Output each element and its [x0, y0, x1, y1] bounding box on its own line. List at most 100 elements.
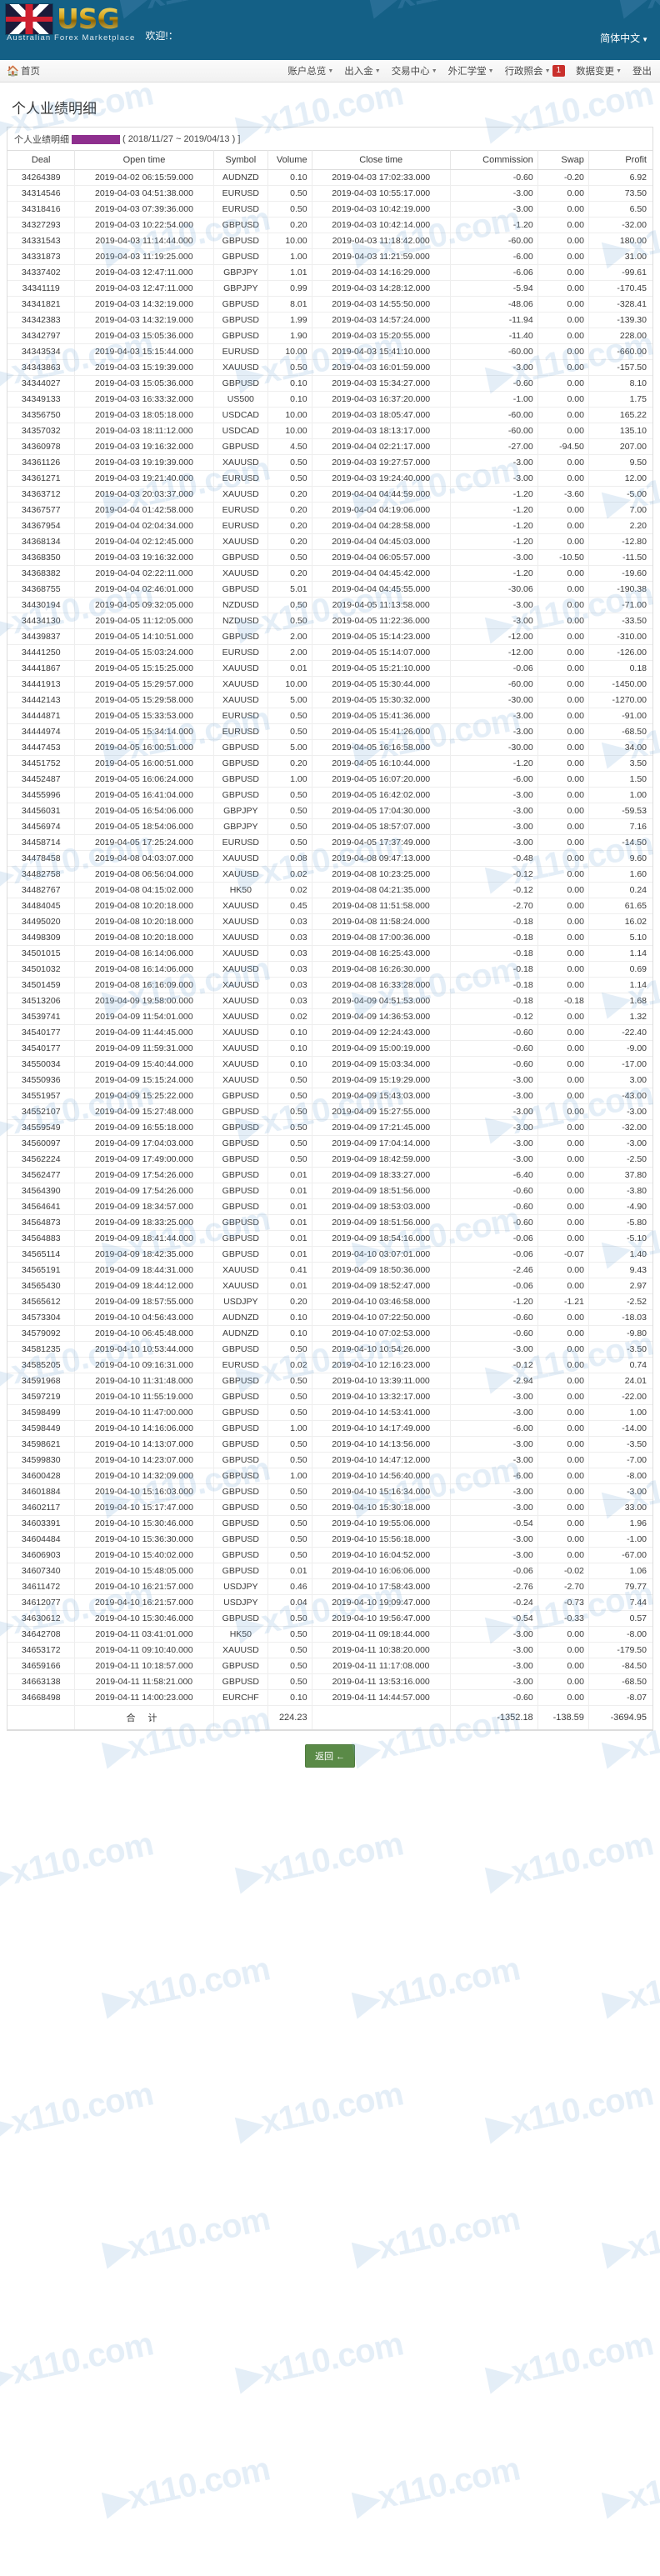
cell-symbol: EURUSD: [213, 723, 269, 740]
column-header-open-time[interactable]: Open time: [74, 150, 214, 170]
cell-profit: -84.50: [588, 1658, 652, 1674]
cell-open-time: 2019-04-10 10:53:44.000: [74, 1341, 214, 1358]
nav-item-logout[interactable]: 登出: [632, 64, 652, 78]
cell-deal: 34341119: [8, 280, 76, 297]
table-row: 34441913 2019-04-05 15:29:57.000 XAUUSD 10.…: [8, 676, 652, 693]
cell-volume: 0.01: [268, 1563, 312, 1579]
cell-commission: -12.00: [450, 628, 538, 645]
cell-deal: 34349133: [8, 391, 76, 408]
nav-item-forex-academy[interactable]: 外汇学堂 ▼: [448, 64, 494, 78]
cell-commission: -3.00: [450, 818, 538, 835]
cell-profit: -3.00: [588, 1135, 652, 1152]
table-header-row: Deal Open time Symbol Volume Close time …: [8, 150, 652, 170]
cell-deal: 34564883: [8, 1230, 76, 1247]
cell-profit: 0.69: [588, 961, 652, 978]
cell-deal: 34356750: [8, 407, 76, 423]
cell-commission: -1.20: [450, 565, 538, 582]
cell-volume: 0.50: [268, 1610, 312, 1627]
chevron-down-icon: ▼: [328, 68, 334, 74]
cell-volume: 0.10: [268, 1024, 312, 1041]
table-row: 34342383 2019-04-03 14:32:19.000 GBPUSD 1.9…: [8, 312, 652, 328]
cell-commission: -1.20: [450, 755, 538, 772]
cell-open-time: 2019-04-09 17:04:03.000: [74, 1135, 214, 1152]
column-header-symbol[interactable]: Symbol: [213, 150, 269, 170]
nav-item-deposit-withdraw[interactable]: 出入金 ▼: [344, 64, 380, 78]
column-header-commission[interactable]: Commission: [450, 150, 538, 170]
totals-empty-close: [312, 1705, 451, 1730]
cell-deal: 34456031: [8, 803, 76, 819]
cell-profit: -179.50: [588, 1642, 652, 1658]
nav-item-account-overview[interactable]: 账户总览 ▼: [288, 64, 333, 78]
cell-close-time: 2019-04-04 06:05:57.000: [312, 549, 451, 566]
cell-symbol: EURUSD: [213, 518, 269, 534]
cell-swap: 0.00: [538, 375, 589, 392]
table-row: 34564873 2019-04-09 18:33:25.000 GBPUSD 0.0…: [8, 1214, 652, 1231]
watermark-text: ▶x110.com: [100, 1950, 272, 2022]
column-header-close-time[interactable]: Close time: [312, 150, 451, 170]
table-row: 34602117 2019-04-10 15:17:47.000 GBPUSD 0.5…: [8, 1499, 652, 1516]
cell-symbol: GBPUSD: [213, 1183, 269, 1199]
brand-logo[interactable]: USG Australian Forex Marketplace: [0, 0, 135, 43]
cell-open-time: 2019-04-03 19:21:40.000: [74, 470, 214, 487]
cell-volume: 0.20: [268, 565, 312, 582]
cell-commission: -0.60: [450, 375, 538, 392]
cell-commission: -0.18: [450, 913, 538, 930]
table-row: 34559549 2019-04-09 16:55:18.000 GBPUSD 0.5…: [8, 1119, 652, 1136]
nav-item-home[interactable]: 🏠 首页: [7, 64, 40, 78]
table-row: 34501032 2019-04-08 16:14:06.000 XAUUSD 0.0…: [8, 961, 652, 978]
cell-deal: 34560097: [8, 1135, 76, 1152]
cell-volume: 0.50: [268, 1103, 312, 1120]
cell-symbol: GBPUSD: [213, 1404, 269, 1421]
cell-profit: -68.50: [588, 1673, 652, 1690]
cell-symbol: AUDNZD: [213, 1325, 269, 1342]
cell-open-time: 2019-04-10 16:21:57.000: [74, 1578, 214, 1595]
cell-volume: 0.50: [268, 1341, 312, 1358]
cell-close-time: 2019-04-03 19:27:57.000: [312, 454, 451, 471]
cell-close-time: 2019-04-04 04:28:58.000: [312, 518, 451, 534]
brand-tagline: Australian Forex Marketplace: [7, 33, 136, 43]
table-row: 34562477 2019-04-09 17:54:26.000 GBPUSD 0.0…: [8, 1167, 652, 1183]
cell-symbol: XAUUSD: [213, 1278, 269, 1294]
back-button[interactable]: 返回 ←: [305, 1744, 355, 1768]
watermark-text: ▶x110.com: [600, 1950, 660, 2022]
cell-commission: -3.00: [450, 359, 538, 376]
column-header-deal[interactable]: Deal: [8, 150, 76, 170]
cell-symbol: GBPUSD: [213, 217, 269, 233]
nav-item-trading-center[interactable]: 交易中心 ▼: [392, 64, 438, 78]
cell-deal: 34367954: [8, 518, 76, 534]
cell-deal: 34565191: [8, 1262, 76, 1278]
column-header-volume[interactable]: Volume: [268, 150, 312, 170]
cell-symbol: GBPUSD: [213, 296, 269, 313]
column-header-profit[interactable]: Profit: [588, 150, 652, 170]
cell-profit: -7.00: [588, 1452, 652, 1468]
cell-swap: 0.00: [538, 1309, 589, 1326]
cell-symbol: XAUUSD: [213, 929, 269, 946]
chevron-down-icon: ▼: [374, 68, 381, 74]
chevron-down-icon: ▼: [488, 68, 494, 74]
language-selector[interactable]: 简体中文 ▼: [600, 31, 648, 45]
nav-item-data-change[interactable]: 数据变更 ▼: [576, 64, 622, 78]
cell-deal: 34550034: [8, 1056, 76, 1073]
cell-close-time: 2019-04-03 10:42:19.000: [312, 201, 451, 218]
cell-volume: 1.00: [268, 1468, 312, 1484]
cell-symbol: GBPUSD: [213, 1151, 269, 1168]
cell-deal: 34482758: [8, 866, 76, 883]
cell-open-time: 2019-04-04 01:42:58.000: [74, 502, 214, 518]
cell-volume: 0.50: [268, 359, 312, 376]
redacted-account-label: [72, 134, 120, 144]
column-header-swap[interactable]: Swap: [538, 150, 589, 170]
cell-profit: -12.80: [588, 533, 652, 550]
table-row: 34456031 2019-04-05 16:54:06.000 GBPJPY 0.5…: [8, 803, 652, 819]
cell-close-time: 2019-04-09 18:42:59.000: [312, 1151, 451, 1168]
cell-open-time: 2019-04-03 14:32:19.000: [74, 296, 214, 313]
cell-close-time: 2019-04-08 09:47:13.000: [312, 850, 451, 867]
cell-open-time: 2019-04-09 11:59:31.000: [74, 1040, 214, 1057]
chevron-down-icon: ▼: [616, 68, 622, 74]
cell-open-time: 2019-04-05 16:00:51.000: [74, 739, 214, 756]
nav-item-admin-notice[interactable]: 行政照会 ▼ 1: [505, 64, 566, 78]
cell-close-time: 2019-04-03 15:34:27.000: [312, 375, 451, 392]
cell-deal: 34447453: [8, 739, 76, 756]
cell-swap: 0.00: [538, 1230, 589, 1247]
cell-open-time: 2019-04-05 17:25:24.000: [74, 834, 214, 851]
cell-symbol: USDCAD: [213, 423, 269, 439]
